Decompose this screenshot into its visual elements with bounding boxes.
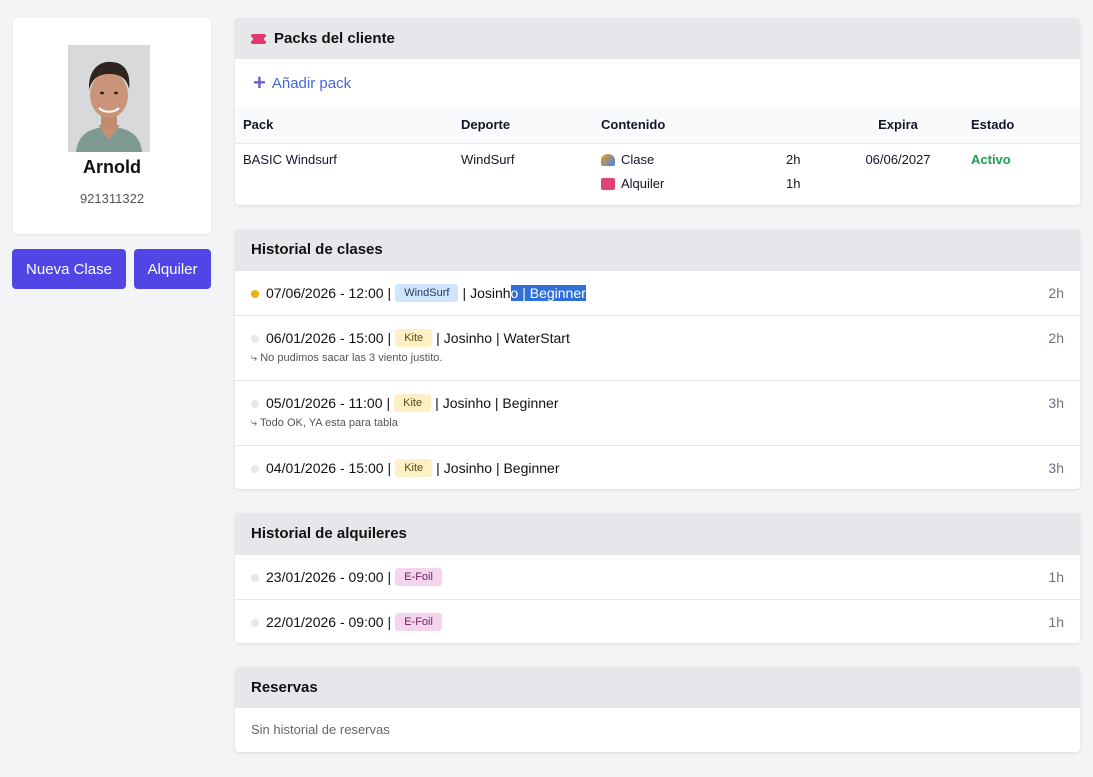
avatar [68, 45, 150, 152]
status-dot [251, 619, 259, 627]
profile-card: Arnold 921311322 [13, 18, 211, 234]
separator: | [387, 460, 392, 476]
class-hours: 3h [1048, 395, 1064, 411]
column-header-status: Estado [963, 107, 1080, 144]
separator: | [387, 285, 392, 301]
separator: | [435, 395, 439, 411]
class-note-text: No pudimos sacar las 3 viento justito. [260, 352, 443, 364]
separator: | [436, 460, 440, 476]
class-datetime: 06/01/2026 - 15:00 [266, 330, 384, 346]
content-line: Clase 2h [601, 148, 825, 172]
empty-state: Sin historial de reservas [251, 722, 390, 737]
bookings-card: Reservas Sin historial de reservas [235, 667, 1080, 752]
class-hours: 2h [1048, 285, 1064, 301]
pack-sport: WindSurf [461, 151, 515, 167]
pack-expires: 06/06/2027 [865, 151, 931, 167]
content-label: Clase [621, 152, 655, 167]
content-label: Alquiler [621, 176, 665, 191]
add-pack-button[interactable]: + Añadir pack [235, 59, 1080, 107]
sport-tag: WindSurf [395, 284, 459, 302]
class-history-card: Historial de clases 07/06/2026 - 12:00 |… [235, 229, 1080, 489]
new-class-button[interactable]: Nueva Clase [12, 249, 126, 289]
packs-title: Packs del cliente [274, 30, 395, 47]
rental-history-card: Historial de alquileres 23/01/2026 - 09:… [235, 513, 1080, 643]
class-details: Josinho | Beginner [443, 460, 560, 476]
list-item[interactable]: 05/01/2026 - 11:00 | Kite | Josinho | Be… [235, 380, 1080, 445]
sport-tag: Kite [394, 394, 432, 412]
column-header-expires: Expira [833, 107, 963, 144]
separator: | [386, 395, 391, 411]
suitcase-icon [601, 177, 615, 190]
rental-history-header: Historial de alquileres [235, 513, 1080, 554]
list-item[interactable]: 04/01/2026 - 15:00 | Kite | Josinho | Be… [235, 445, 1080, 489]
column-header-sport: Deporte [453, 107, 593, 144]
column-header-pack: Pack [235, 107, 453, 144]
ticket-icon [249, 33, 268, 44]
separator: | [387, 330, 392, 346]
status-dot [251, 465, 259, 473]
class-history-header: Historial de clases [235, 229, 1080, 270]
class-datetime: 04/01/2026 - 15:00 [266, 460, 384, 476]
plus-icon: + [253, 70, 266, 95]
status-dot [251, 290, 259, 298]
packs-header: Packs del cliente [235, 18, 1080, 59]
list-item[interactable]: 07/06/2026 - 12:00 | WindSurf | Josinh o … [235, 270, 1080, 315]
content-qty: 1h [786, 176, 801, 191]
status-badge: Activo [971, 151, 1011, 167]
class-hours: 2h [1048, 330, 1064, 346]
profile-phone: 921311322 [79, 191, 145, 206]
separator: | [462, 285, 467, 301]
selected-text: o | Beginner [510, 285, 586, 301]
list-item[interactable]: 22/01/2026 - 09:00 | E-Foil 1h [235, 599, 1080, 643]
status-dot [251, 400, 259, 408]
status-dot [251, 574, 259, 582]
class-note-text: Todo OK, YA esta para tabla [260, 417, 398, 429]
add-pack-label: Añadir pack [271, 74, 352, 92]
profile-name: Arnold [83, 157, 141, 177]
rental-button[interactable]: Alquiler [134, 249, 211, 289]
reply-arrow-icon: ⤷ [251, 352, 258, 364]
column-header-content: Contenido [593, 107, 833, 144]
sport-tag: Kite [395, 459, 433, 477]
status-dot [251, 335, 259, 343]
sport-tag: Kite [395, 329, 433, 347]
class-details: Josinho | Beginner [442, 395, 559, 411]
list-item[interactable]: 23/01/2026 - 09:00 | E-Foil 1h [235, 554, 1080, 599]
bookings-header: Reservas [235, 667, 1080, 708]
equipment-tag: E-Foil [395, 568, 442, 586]
pack-name: BASIC Windsurf [243, 151, 337, 167]
content-qty: 2h [786, 152, 801, 167]
rental-hours: 1h [1048, 614, 1064, 630]
rental-datetime: 22/01/2026 - 09:00 [266, 614, 384, 630]
class-instructor: Josinh [470, 285, 511, 301]
equipment-tag: E-Foil [395, 613, 442, 631]
separator: | [436, 330, 440, 346]
rental-hours: 1h [1048, 569, 1064, 585]
pack-content: Clase 2h Alquiler 1h [593, 143, 833, 204]
rental-datetime: 23/01/2026 - 09:00 [266, 569, 384, 585]
reply-arrow-icon: ⤷ [251, 417, 258, 429]
table-row: BASIC Windsurf WindSurf Clase 2h Alquile… [235, 143, 1080, 204]
class-note: ⤷ Todo OK, YA esta para tabla [251, 417, 1080, 430]
class-details: Josinho | WaterStart [443, 330, 570, 346]
packs-table: Pack Deporte Contenido Expira Estado BAS… [235, 107, 1080, 204]
content-line: Alquiler 1h [601, 172, 825, 196]
class-note: ⤷ No pudimos sacar las 3 viento justito. [251, 352, 1080, 365]
packs-card: Packs del cliente + Añadir pack Pack Dep… [235, 18, 1080, 205]
class-hours: 3h [1048, 460, 1064, 476]
class-datetime: 07/06/2026 - 12:00 [266, 285, 384, 301]
class-datetime: 05/01/2026 - 11:00 [266, 395, 383, 411]
list-item[interactable]: 06/01/2026 - 15:00 | Kite | Josinho | Wa… [235, 315, 1080, 380]
separator: | [387, 614, 392, 630]
separator: | [387, 569, 392, 585]
surfer-icon [601, 153, 615, 166]
